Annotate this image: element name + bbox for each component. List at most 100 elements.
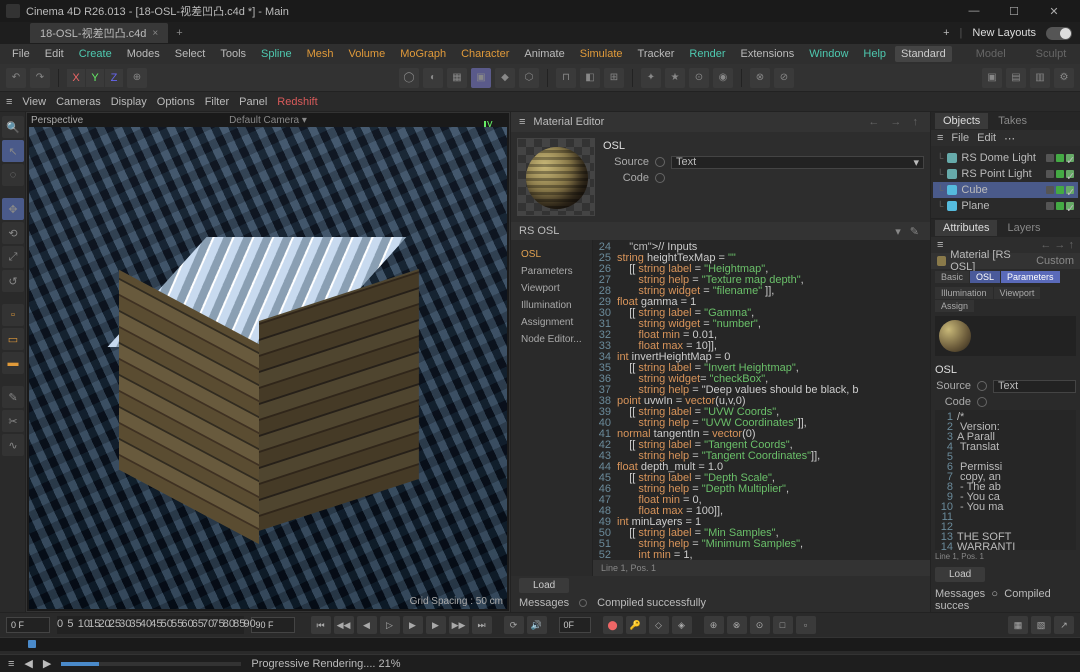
object-item[interactable]: └RS Dome Light✓ xyxy=(933,150,1078,166)
search-icon[interactable]: 🔍 xyxy=(2,116,24,138)
timeline-start-field[interactable]: 0 F xyxy=(6,617,50,633)
menu-edit[interactable]: Edit xyxy=(39,46,70,62)
frame-field[interactable]: 0F xyxy=(559,617,591,633)
point-mode-icon[interactable]: ▫ xyxy=(2,304,24,326)
vp-menu-icon[interactable]: ≡ xyxy=(6,96,12,108)
attr-code-dot-icon[interactable] xyxy=(977,397,987,407)
object-item[interactable]: └RS Point Light✓ xyxy=(933,166,1078,182)
viewport[interactable]: Perspective Default Camera ▾ yxz Grid Sp… xyxy=(26,112,510,612)
menu-character[interactable]: Character xyxy=(455,46,515,62)
menu-window[interactable]: Window xyxy=(803,46,854,62)
close-button[interactable]: ✕ xyxy=(1034,0,1074,22)
vp-panel[interactable]: Panel xyxy=(239,96,267,108)
menu-tracker[interactable]: Tracker xyxy=(632,46,681,62)
timeline-end-field[interactable]: 90 F xyxy=(251,617,295,633)
key-2-icon[interactable]: ◈ xyxy=(672,616,692,634)
vp-view[interactable]: View xyxy=(22,96,46,108)
render-3-icon[interactable]: ▥ xyxy=(1030,68,1050,88)
cube-tool-icon[interactable]: ▣ xyxy=(471,68,491,88)
next-frame-icon[interactable]: ▶ xyxy=(426,616,446,634)
object-item[interactable]: └Plane✓ xyxy=(933,198,1078,214)
tool-11-icon[interactable]: ★ xyxy=(665,68,685,88)
attribute-custom[interactable]: Custom xyxy=(1036,255,1074,267)
layouts-label[interactable]: New Layouts xyxy=(972,27,1036,39)
pla-key-icon[interactable]: ▫ xyxy=(796,616,816,634)
rotate-tool-icon[interactable]: ⟲ xyxy=(2,222,24,244)
poly-mode-icon[interactable]: ▬ xyxy=(2,352,24,374)
menu-spline[interactable]: Spline xyxy=(255,46,298,62)
close-tab-icon[interactable]: × xyxy=(152,28,158,39)
section-parameters[interactable]: Parameters xyxy=(511,263,592,280)
tool-13-icon[interactable]: ◉ xyxy=(713,68,733,88)
undo-icon[interactable]: ↶ xyxy=(6,68,26,88)
menu-create[interactable]: Create xyxy=(73,46,118,62)
prev-key-icon[interactable]: ◀◀ xyxy=(334,616,354,634)
tool-3-icon[interactable]: ▦ xyxy=(447,68,467,88)
attr-tab-parameters[interactable]: Parameters xyxy=(1001,271,1060,283)
play-icon[interactable]: ▶ xyxy=(403,616,423,634)
attr-source-dropdown[interactable]: Text xyxy=(993,380,1076,393)
status-next-icon[interactable]: ▶ xyxy=(43,657,51,670)
section-osl[interactable]: OSL xyxy=(511,246,592,263)
tl-extra-2-icon[interactable]: ▧ xyxy=(1031,616,1051,634)
source-dropdown[interactable]: Text▾ xyxy=(671,156,924,169)
menu-animate[interactable]: Animate xyxy=(518,46,570,62)
menu-file[interactable]: File xyxy=(6,46,36,62)
material-name-tools[interactable]: ▾ ✎ xyxy=(895,225,922,238)
tool-9-icon[interactable]: ⊞ xyxy=(604,68,624,88)
tool-5-icon[interactable]: ◆ xyxy=(495,68,515,88)
attr-code-editor[interactable]: 1/*2 Version:3A Parall4 Translat56 Permi… xyxy=(935,410,1076,550)
tab-attributes[interactable]: Attributes xyxy=(935,220,997,236)
tool-6-icon[interactable]: ⬡ xyxy=(519,68,539,88)
tool-12-icon[interactable]: ⊙ xyxy=(689,68,709,88)
tool-15-icon[interactable]: ⊘ xyxy=(774,68,794,88)
tool-2-icon[interactable]: ◐ xyxy=(423,68,443,88)
sound-icon[interactable]: 🔊 xyxy=(527,616,547,634)
next-key-icon[interactable]: ▶▶ xyxy=(449,616,469,634)
code-editor[interactable]: 24 "cm">// Inputs25string heightTexMap =… xyxy=(593,240,930,560)
select-tool-icon[interactable]: ↖ xyxy=(2,140,24,162)
key-1-icon[interactable]: ◇ xyxy=(649,616,669,634)
autokey-icon[interactable]: 🔑 xyxy=(626,616,646,634)
mode-standard[interactable]: Standard xyxy=(895,46,952,62)
add-tab-button[interactable]: + xyxy=(168,27,190,39)
attr-material-preview[interactable] xyxy=(935,316,1076,356)
vp-cameras[interactable]: Cameras xyxy=(56,96,101,108)
add-layout-button[interactable]: + xyxy=(943,27,949,39)
layout-toggle[interactable] xyxy=(1046,27,1072,40)
om-file[interactable]: File xyxy=(951,132,969,144)
recent-tool-icon[interactable]: ↺ xyxy=(2,270,24,292)
tool-7-icon[interactable]: ⊓ xyxy=(556,68,576,88)
tab-objects[interactable]: Objects xyxy=(935,113,988,129)
attr-tab-osl[interactable]: OSL xyxy=(970,271,1000,283)
load-button[interactable]: Load xyxy=(519,578,569,593)
tool-10-icon[interactable]: ✦ xyxy=(641,68,661,88)
spline-tool-icon[interactable]: ∿ xyxy=(2,434,24,456)
tl-extra-3-icon[interactable]: ↗ xyxy=(1054,616,1074,634)
source-keyframe-icon[interactable] xyxy=(655,157,665,167)
section-node-editor[interactable]: Node Editor... xyxy=(511,331,592,348)
move-tool-icon[interactable]: ✥ xyxy=(2,198,24,220)
attr-source-dot-icon[interactable] xyxy=(977,381,987,391)
menu-tools[interactable]: Tools xyxy=(214,46,252,62)
record-icon[interactable]: ⬤ xyxy=(603,616,623,634)
code-keyframe-icon[interactable] xyxy=(655,173,665,183)
attr-tab-illumination[interactable]: Illumination xyxy=(935,287,993,299)
scale-key-icon[interactable]: ⊗ xyxy=(727,616,747,634)
goto-start-icon[interactable]: ⏮ xyxy=(311,616,331,634)
material-preview[interactable] xyxy=(517,138,595,216)
tab-layers[interactable]: Layers xyxy=(999,220,1048,236)
menu-modes[interactable]: Modes xyxy=(121,46,166,62)
status-menu-icon[interactable]: ≡ xyxy=(8,658,14,670)
axis-y[interactable]: Y xyxy=(86,69,104,87)
mode-model[interactable]: Model xyxy=(970,46,1012,62)
timeline-ruler[interactable]: 051015202530354045505560657075808590 xyxy=(57,616,244,634)
loop-icon[interactable]: ⟳ xyxy=(504,616,524,634)
tool-1-icon[interactable]: ◯ xyxy=(399,68,419,88)
tab-takes[interactable]: Takes xyxy=(990,113,1035,129)
attr-tab-basic[interactable]: Basic xyxy=(935,271,969,283)
om-edit[interactable]: Edit xyxy=(977,132,996,144)
attr-tab-viewport[interactable]: Viewport xyxy=(994,287,1041,299)
prev-frame-icon[interactable]: ◀ xyxy=(357,616,377,634)
axis-x[interactable]: X xyxy=(67,69,85,87)
